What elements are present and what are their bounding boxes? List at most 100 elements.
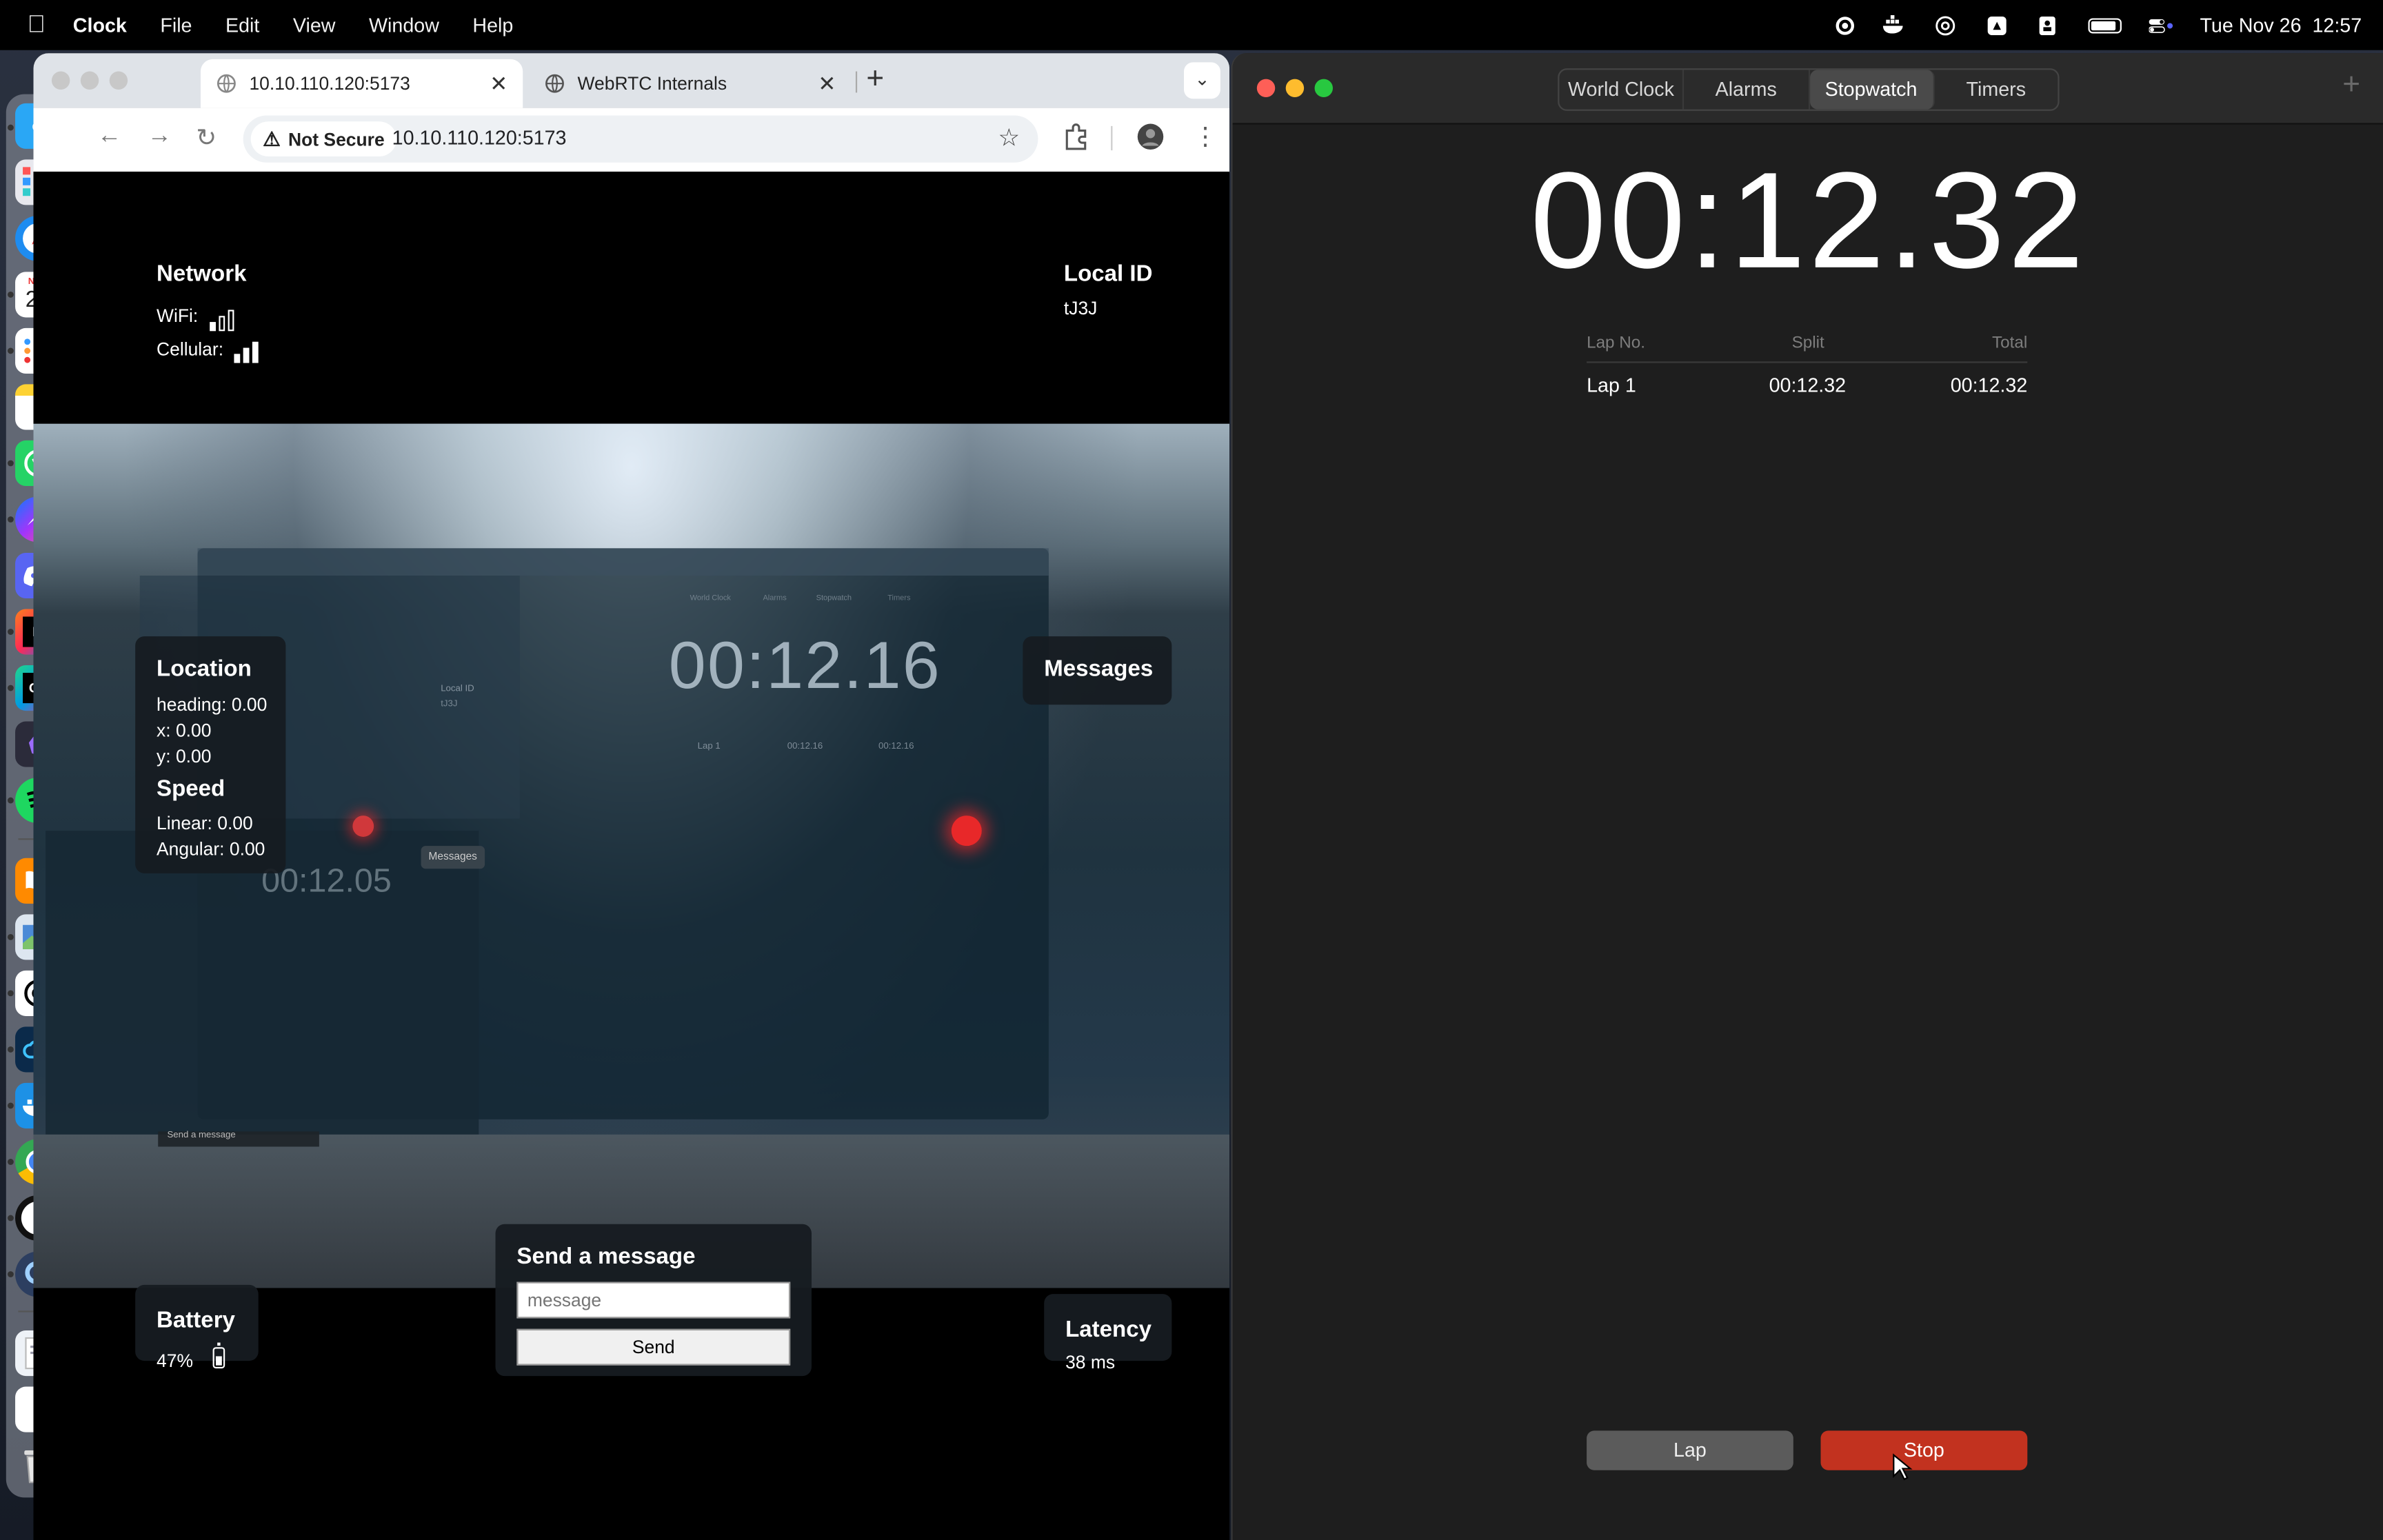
- lap-button[interactable]: Lap: [1587, 1430, 1793, 1470]
- latency-panel: Latency: [1044, 1294, 1172, 1361]
- total-header: Total: [1992, 334, 2028, 353]
- web-page: Network WiFi: Cellular: Local ID tJ3J 00…: [33, 171, 1230, 1540]
- speed-linear: Linear: 0.00: [157, 812, 253, 834]
- video-inner-tab-stopwatch: Stopwatch: [816, 594, 852, 603]
- video-inner-total: 00:12.16: [878, 742, 914, 752]
- video-inner-messages: Messages: [421, 846, 485, 869]
- network-title: Network: [157, 261, 247, 287]
- tab-title: 10.10.110.120:5173: [249, 72, 410, 94]
- tab-strip: 10.10.110.120:5173 ✕ WebRTC Internals ✕ …: [33, 53, 1230, 108]
- new-tab-icon[interactable]: +: [866, 62, 884, 97]
- browser-menu-icon[interactable]: ⋮: [1193, 121, 1217, 152]
- tab-title: WebRTC Internals: [577, 72, 727, 94]
- battery-fill: [215, 1357, 222, 1366]
- location-y: y: 0.00: [157, 745, 212, 767]
- send-message-panel: Send a message Send: [495, 1224, 812, 1377]
- battery-title: Battery: [157, 1307, 235, 1334]
- drive-status-icon[interactable]: [1984, 14, 2008, 36]
- globe-icon: [545, 74, 564, 93]
- back-icon[interactable]: ←: [97, 123, 121, 150]
- app-status-icon[interactable]: [2035, 14, 2060, 36]
- video-inner-split: 00:12.16: [787, 742, 823, 752]
- local-id-title: Local ID: [1063, 261, 1153, 287]
- tab-world-clock[interactable]: World Clock: [1559, 70, 1685, 110]
- menu-bar-clock[interactable]: Tue Nov 26 12:57: [2200, 14, 2362, 37]
- menu-view[interactable]: View: [293, 14, 336, 37]
- video-red-light-small: [352, 815, 374, 837]
- security-chip[interactable]: ⚠ Not Secure: [250, 121, 397, 156]
- app-menu[interactable]: Clock: [73, 14, 127, 37]
- lap-table: Lap No. Split Total Lap 1 00:12.32 00:12…: [1587, 331, 2028, 406]
- screen-recording-icon[interactable]: [1835, 16, 1853, 34]
- lap-row: Lap 1 00:12.32 00:12.32: [1587, 363, 2027, 406]
- location-panel: Location heading: 0.00 x: 0.00 y: 0.00 S…: [135, 636, 286, 873]
- add-icon[interactable]: +: [2342, 68, 2360, 103]
- battery-value: 47%: [157, 1350, 193, 1372]
- forward-icon[interactable]: →: [148, 123, 172, 150]
- browser-window: 10.10.110.120:5173 ✕ WebRTC Internals ✕ …: [33, 53, 1230, 1540]
- lap-table-header: Lap No. Split Total: [1587, 331, 2028, 363]
- tab-timers[interactable]: Timers: [1934, 70, 2058, 109]
- lap-number: Lap 1: [1587, 373, 1636, 397]
- warning-icon: ⚠: [263, 126, 281, 150]
- messages-button[interactable]: Messages: [1023, 636, 1172, 705]
- video-window-titlebar: [197, 548, 1049, 576]
- menu-help[interactable]: Help: [472, 14, 513, 37]
- desktop:  Clock File Edit View Window Help Tue N…: [0, 0, 2383, 1540]
- stopwatch-time: 00:12.32: [1530, 145, 2087, 298]
- speed-title: Speed: [157, 776, 225, 802]
- clock-segmented-control: World Clock Alarms Stopwatch Timers: [1558, 68, 2060, 111]
- menu-edit[interactable]: Edit: [225, 14, 259, 37]
- menu-bar:  Clock File Edit View Window Help Tue N…: [0, 0, 2383, 50]
- tab-alarms[interactable]: Alarms: [1685, 70, 1809, 110]
- minimize-window-button[interactable]: [1285, 79, 1305, 98]
- address-bar[interactable]: ⚠ Not Secure 10.10.110.120:5173 ☆: [243, 115, 1038, 163]
- battery-status-icon[interactable]: [2087, 17, 2121, 33]
- wifi-label: WiFi:: [157, 305, 199, 327]
- url-text: 10.10.110.120:5173: [392, 125, 567, 149]
- stop-button[interactable]: Stop: [1820, 1430, 2028, 1470]
- battery-icon: [212, 1342, 225, 1369]
- zoom-window-button[interactable]: [1314, 79, 1333, 98]
- close-tab-icon[interactable]: ✕: [818, 70, 836, 96]
- reload-icon[interactable]: ↻: [196, 123, 217, 153]
- menu-file[interactable]: File: [160, 14, 192, 37]
- lap-total: 00:12.32: [1950, 373, 2028, 397]
- menu-window[interactable]: Window: [369, 14, 439, 37]
- video-inner-local-id-value: tJ3J: [441, 700, 458, 709]
- browser-toolbar: ← → ↻ ⚠ Not Secure 10.10.110.120:5173 ☆ …: [33, 108, 1230, 174]
- video-inner-lap: Lap 1: [697, 742, 721, 752]
- latency-value: 38 ms: [1065, 1351, 1116, 1373]
- battery-panel: Battery: [135, 1284, 259, 1361]
- tab-local-app[interactable]: 10.10.110.120:5173 ✕: [200, 59, 523, 108]
- latency-title: Latency: [1065, 1317, 1152, 1343]
- send-button[interactable]: Send: [516, 1328, 791, 1366]
- bookmark-star-icon[interactable]: ☆: [998, 123, 1020, 153]
- video-inner-send-hint: Send a message: [158, 1131, 319, 1147]
- message-input[interactable]: [516, 1281, 791, 1319]
- clock-titlebar: World Clock Alarms Stopwatch Timers +: [1232, 53, 2383, 125]
- control-center-icon[interactable]: [2148, 14, 2173, 36]
- close-window-button[interactable]: [51, 71, 70, 90]
- local-id-value: tJ3J: [1063, 297, 1098, 319]
- minimize-window-button[interactable]: [80, 71, 99, 90]
- tab-stopwatch[interactable]: Stopwatch: [1809, 70, 1935, 110]
- location-x: x: 0.00: [157, 720, 212, 742]
- video-red-light: [951, 815, 982, 847]
- chatgpt-status-icon[interactable]: [1933, 14, 1957, 36]
- profile-avatar-icon[interactable]: [1137, 123, 1165, 150]
- security-label: Not Secure: [288, 128, 385, 150]
- cellular-label: Cellular:: [157, 338, 224, 361]
- close-window-button[interactable]: [1256, 79, 1276, 98]
- tab-search-icon[interactable]: ⌄: [1183, 62, 1220, 99]
- extensions-icon[interactable]: [1063, 123, 1090, 150]
- video-inner-tab-timers: Timers: [887, 594, 911, 603]
- apple-menu-icon[interactable]: : [0, 12, 73, 39]
- close-tab-icon[interactable]: ✕: [490, 70, 507, 96]
- tab-webrtc-internals[interactable]: WebRTC Internals ✕: [529, 59, 851, 108]
- globe-icon: [217, 74, 236, 93]
- video-stopwatch-reflection: 00:12.16: [668, 629, 941, 704]
- zoom-window-button[interactable]: [109, 71, 128, 90]
- lap-split: 00:12.32: [1769, 373, 1847, 397]
- docker-status-icon[interactable]: [1881, 14, 1905, 36]
